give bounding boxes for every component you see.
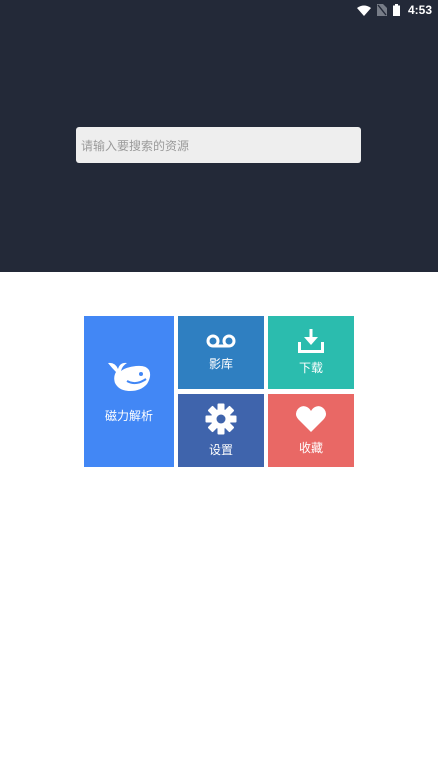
magnet-parse-tile[interactable]: 磁力解析 (84, 316, 174, 467)
library-label: 影库 (208, 357, 233, 371)
status-bar: 4:53 (0, 0, 438, 20)
favorites-tile[interactable]: 收藏 (268, 394, 354, 467)
search-input[interactable]: 请输入要搜索的资源 (76, 127, 361, 163)
favorites-label: 收藏 (298, 441, 323, 455)
settings-label: 设置 (208, 443, 233, 457)
no-sim-icon (376, 4, 387, 16)
header: 4:53 请输入要搜索的资源 (0, 0, 438, 272)
whale-icon (108, 362, 151, 391)
voicemail-icon (206, 334, 236, 348)
download-tile[interactable]: 下载 (268, 316, 354, 389)
status-time: 4:53 (407, 3, 432, 17)
search-placeholder: 请输入要搜索的资源 (81, 138, 190, 153)
download-icon (298, 329, 324, 353)
heart-icon (295, 406, 327, 432)
settings-tile[interactable]: 设置 (178, 394, 264, 467)
library-tile[interactable]: 影库 (178, 316, 264, 389)
magnet-parse-label: 磁力解析 (104, 409, 153, 423)
gear-icon (205, 403, 237, 435)
wifi-icon (356, 5, 371, 16)
download-label: 下载 (298, 361, 323, 375)
battery-icon (392, 4, 400, 16)
